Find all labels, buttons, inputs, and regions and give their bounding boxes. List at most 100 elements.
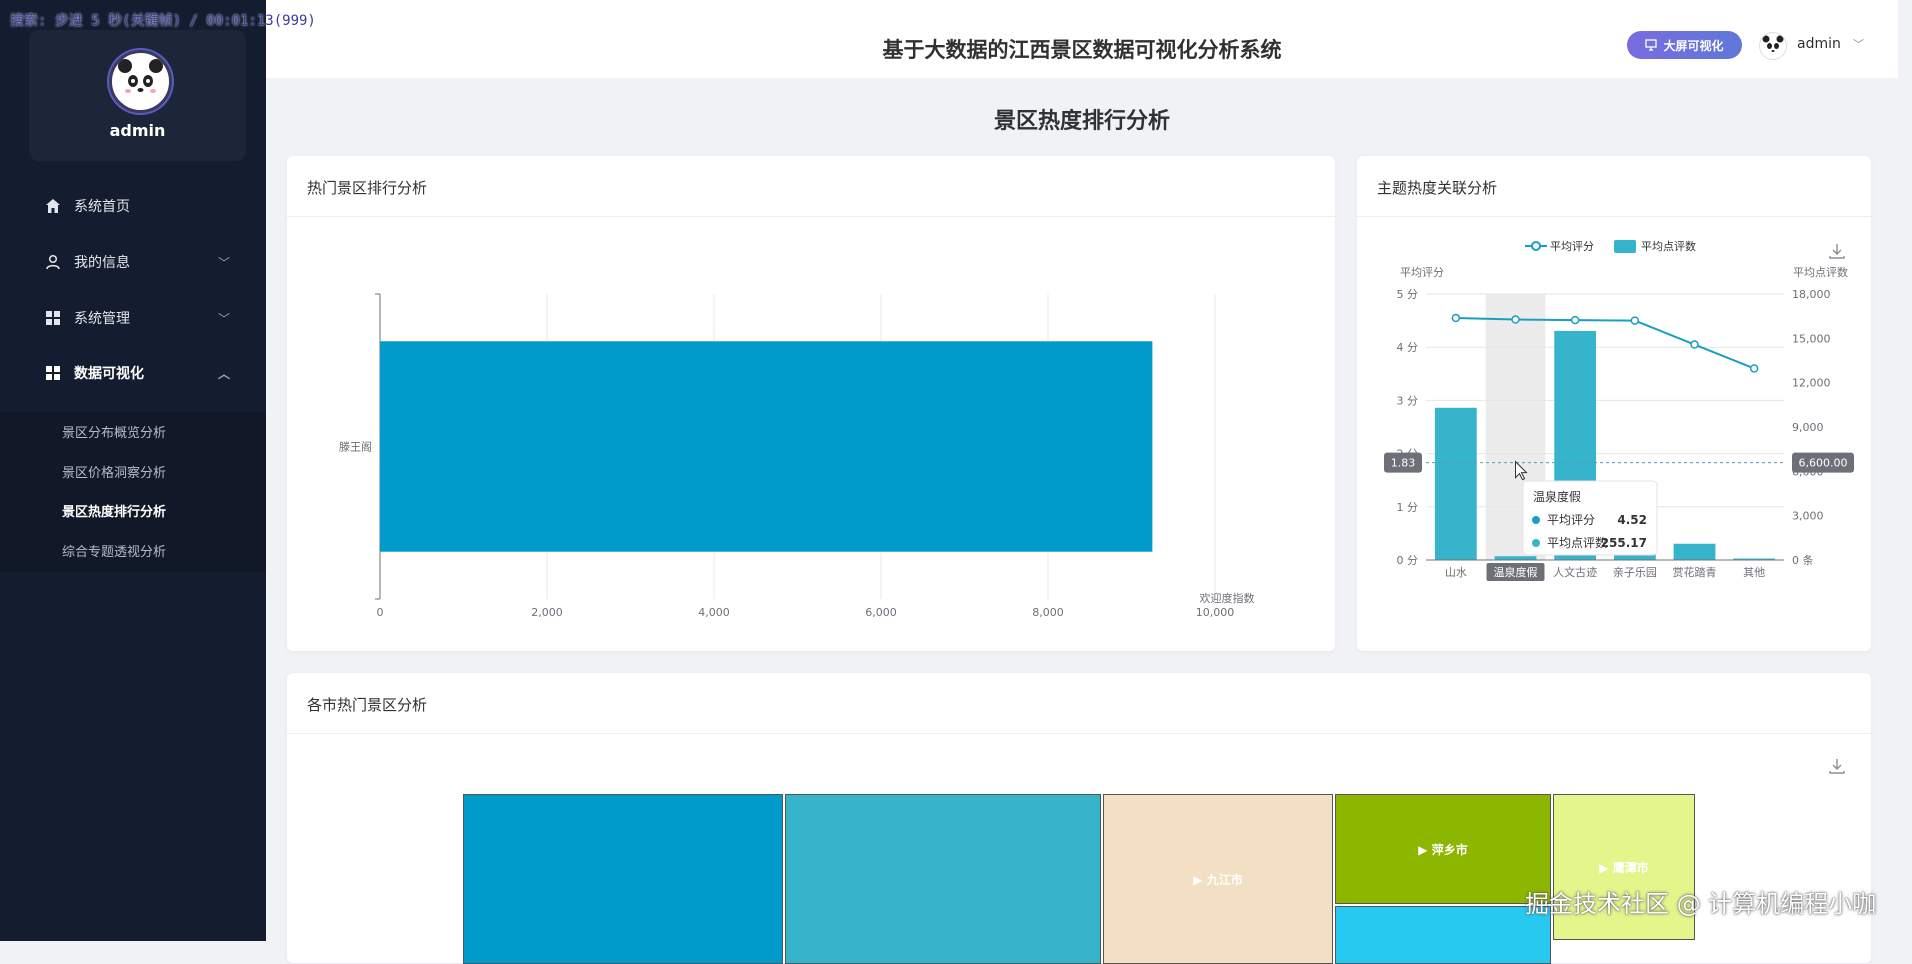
player-overlay-text: 搜索: 步进 5 秒(关键帧) / 00:01:13(999) <box>10 13 316 29</box>
menu-label: 系统管理 <box>74 311 130 327</box>
treemap-cell[interactable]: ▶ 九江市 <box>1103 794 1333 964</box>
grid-icon <box>46 366 60 380</box>
menu-item-home[interactable]: 系统首页 <box>0 182 266 230</box>
y-left-tick-label: 5 分 <box>1397 288 1419 301</box>
x-tick-label: 10,000 <box>1196 606 1235 619</box>
tooltip-row-value: 4.52 <box>1617 513 1647 527</box>
y-right-tick-label: 0 条 <box>1792 553 1814 567</box>
x-tick-label: 人文古迹 <box>1553 565 1597 579</box>
line-point <box>1570 315 1580 325</box>
submenu-item-comprehensive[interactable]: 综合专题透视分析 <box>62 541 166 560</box>
y-left-title: 平均评分 <box>1400 266 1444 279</box>
profile-card: admin <box>29 30 246 161</box>
line-point <box>1451 313 1461 323</box>
legend-label: 平均点评数 <box>1641 240 1696 253</box>
x-tick-label: 8,000 <box>1032 606 1064 619</box>
chevron-down-icon: ﹀ <box>218 255 231 270</box>
page-title: 景区热度排行分析 <box>993 109 1170 134</box>
y-right-tick-label: 3,000 <box>1792 510 1824 523</box>
grid-icon <box>46 311 60 325</box>
menu-item-system-management[interactable]: 系统管理 ﹀ <box>0 294 266 342</box>
submenu: 景区分布概览分析 景区价格洞察分析 景区热度排行分析 综合专题透视分析 <box>0 412 266 572</box>
legend-label: 平均评分 <box>1550 240 1594 253</box>
panda-icon <box>118 59 163 103</box>
x-tick-label: 6,000 <box>865 606 897 619</box>
chevron-down-icon: ﹀ <box>218 311 231 326</box>
x-tick-label: 温泉度假 <box>1494 565 1538 579</box>
bar <box>380 341 1153 552</box>
menu-label: 数据可视化 <box>74 366 144 382</box>
legend-line-marker <box>1531 241 1541 251</box>
profile-name: admin <box>109 121 166 140</box>
sidebar: admin 系统首页 我的信息 ﹀ 系统管理 ﹀ 数据可视化 ︿ 景区分布概览分… <box>0 0 266 941</box>
city-treemap: ▶ 九江市 ▶ 萍乡市 ▶ 鹰潭市 <box>463 794 1695 964</box>
line-point <box>1690 340 1699 349</box>
x-tick-label: 亲子乐园 <box>1613 565 1657 579</box>
y-right-tick-label: 12,000 <box>1792 377 1831 390</box>
header-username[interactable]: admin <box>1797 36 1841 52</box>
monitor-icon <box>1645 39 1658 51</box>
y-right-tick-label: 15,000 <box>1792 332 1831 345</box>
y-left-tick-label: 1 分 <box>1397 501 1419 514</box>
y-left-tick-label: 0 分 <box>1397 554 1419 567</box>
x-tick-label: 0 <box>377 606 384 619</box>
legend-bar-swatch <box>1614 240 1636 253</box>
tooltip-marker <box>1532 516 1540 524</box>
treemap-cell[interactable] <box>785 794 1101 964</box>
card-header: 各市热门景区分析 <box>287 673 1871 734</box>
bar <box>1434 407 1477 560</box>
crosshair-right-label: 6,600.00 <box>1799 457 1848 470</box>
menu-item-data-visualization[interactable]: 数据可视化 ︿ <box>0 349 266 397</box>
big-screen-button[interactable]: 大屏可视化 <box>1627 31 1742 59</box>
menu-item-my-info[interactable]: 我的信息 ﹀ <box>0 238 266 286</box>
crosshair-left-label: 1.83 <box>1391 457 1416 470</box>
avatar[interactable] <box>109 50 172 113</box>
tooltip-title: 温泉度假 <box>1533 489 1581 504</box>
y-category-label: 滕王阁 <box>339 440 372 454</box>
download-icon[interactable] <box>1828 757 1846 775</box>
user-icon <box>46 254 60 270</box>
theme-card: 主题热度关联分析 平均评分平均点评数平均评分平均点评数0 分1 分2 分3 分4… <box>1357 156 1871 651</box>
y-left-tick-label: 4 分 <box>1397 341 1419 354</box>
submenu-item-distribution[interactable]: 景区分布概览分析 <box>62 422 166 441</box>
ranking-card: 热门景区排行分析 0 2,000 4,000 6,000 8,000 10,000 滕王阁欢… <box>287 156 1335 651</box>
x-tick-label: 赏花踏青 <box>1673 565 1717 579</box>
header-avatar[interactable] <box>1759 32 1787 60</box>
menu-label: 系统首页 <box>74 199 130 215</box>
line-point <box>1630 316 1640 325</box>
submenu-item-ranking[interactable]: 景区热度排行分析 <box>62 501 166 520</box>
x-axis-label: 欢迎度指数 <box>1200 591 1255 605</box>
ranking-chart: 0 2,000 4,000 6,000 8,000 10,000 滕王阁欢迎度指数 <box>339 293 1255 619</box>
bar <box>1673 543 1716 560</box>
x-tick-label: 4,000 <box>698 606 730 619</box>
y-right-tick-label: 18,000 <box>1792 288 1831 301</box>
download-icon[interactable] <box>1828 242 1846 260</box>
x-tick-label: 其他 <box>1743 566 1765 579</box>
chevron-down-icon[interactable]: ﹀ <box>1853 36 1864 52</box>
y-left-tick-label: 3 分 <box>1397 394 1419 407</box>
tooltip-row-name: 平均点评数 <box>1547 535 1607 550</box>
tooltip-row-value: 255.17 <box>1601 536 1647 550</box>
chevron-up-icon: ︿ <box>218 366 231 381</box>
y-right-title: 平均点评数 <box>1793 266 1848 279</box>
line-point <box>1511 315 1520 324</box>
theme-chart: 平均评分平均点评数平均评分平均点评数0 分1 分2 分3 分4 分5 分0 条3… <box>1384 240 1854 581</box>
big-screen-label: 大屏可视化 <box>1663 38 1724 53</box>
x-tick-label: 2,000 <box>531 606 563 619</box>
menu-label: 我的信息 <box>74 255 130 271</box>
treemap-cell[interactable]: ▶ 萍乡市 <box>1335 794 1551 904</box>
line-point <box>1749 364 1759 373</box>
treemap-cell[interactable] <box>463 794 783 964</box>
x-tick-label: 山水 <box>1445 566 1467 579</box>
home-icon <box>46 199 60 213</box>
header: 基于大数据的江西景区数据可视化分析系统 大屏可视化 admin ﹀ <box>266 12 1898 78</box>
tooltip-marker <box>1532 539 1540 547</box>
bar <box>1494 556 1537 560</box>
treemap-cell[interactable] <box>1335 906 1551 964</box>
card-title: 各市热门景区分析 <box>307 696 428 714</box>
watermark-text: 掘金技术社区 @ 计算机编程小咖 <box>1525 890 1877 918</box>
tooltip-row-name: 平均评分 <box>1547 513 1595 527</box>
panda-icon <box>1762 35 1784 52</box>
city-card: 各市热门景区分析 ▶ 九江市 ▶ 萍乡市 ▶ 鹰潭市 <box>287 673 1871 964</box>
submenu-item-price[interactable]: 景区价格洞察分析 <box>62 462 166 481</box>
